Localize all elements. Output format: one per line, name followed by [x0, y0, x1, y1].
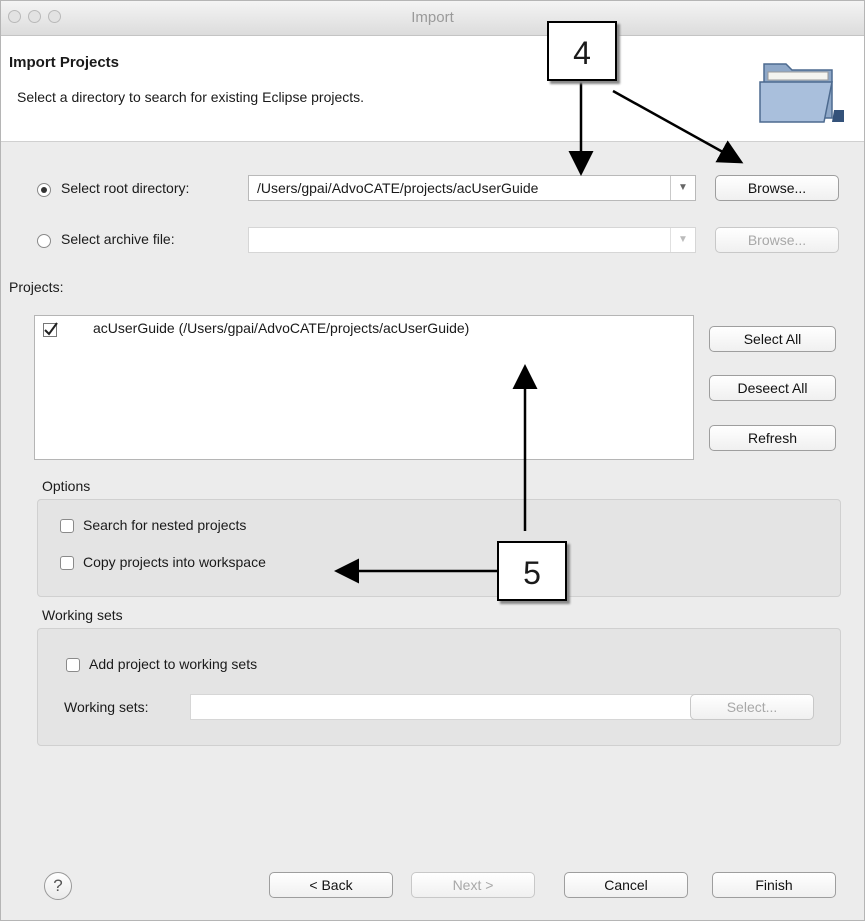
callout-5: 5 — [497, 541, 567, 601]
callout-4: 4 — [547, 21, 617, 81]
annotation-arrows — [334, 79, 744, 584]
import-dialog: Import Import Projects Select a director… — [0, 0, 865, 921]
arrow-to-browse — [612, 89, 744, 164]
